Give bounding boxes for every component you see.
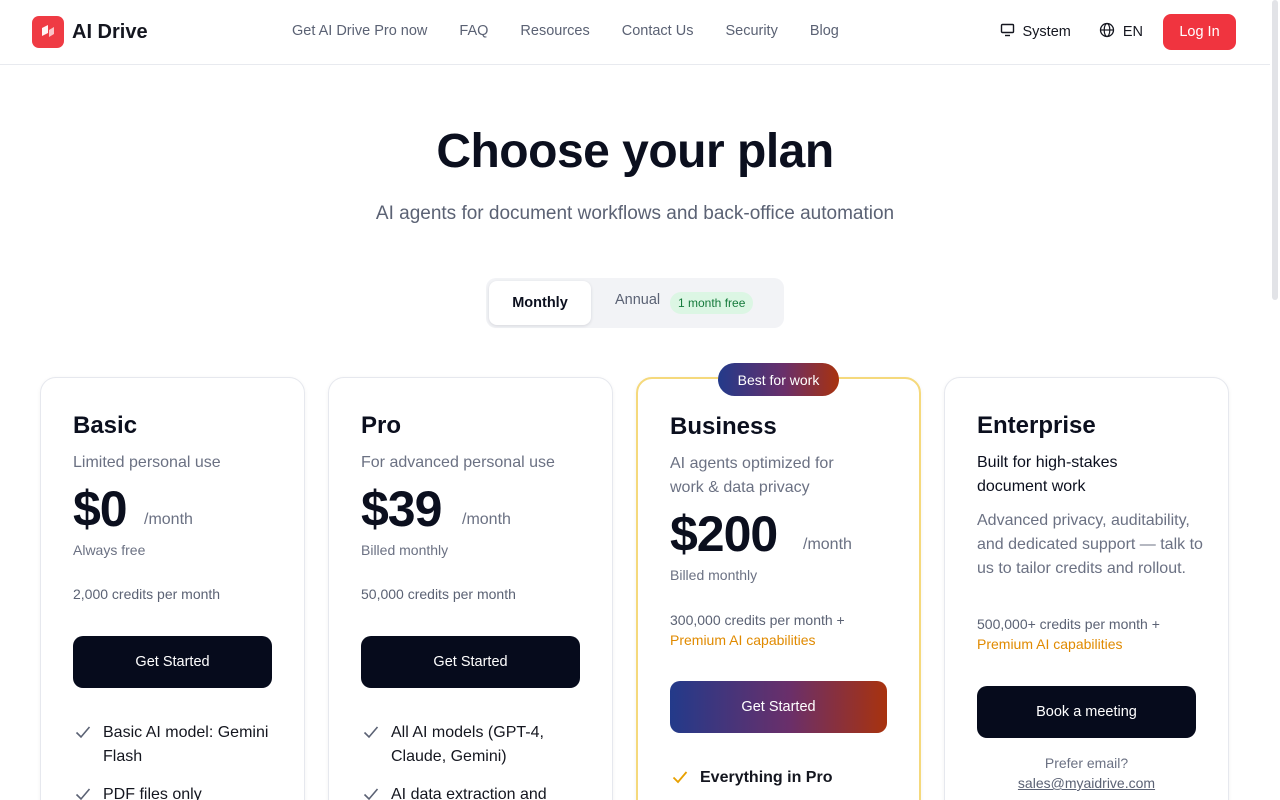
check-icon <box>363 723 379 769</box>
plan-description: Advanced privacy, auditability, and dedi… <box>977 512 1203 577</box>
plan-credits: 2,000 credits per month <box>73 586 221 602</box>
plan-description: AI agents optimized for work & data priv… <box>670 455 834 496</box>
feature-item: Everything in Pro <box>672 766 892 792</box>
nav-item-security[interactable]: Security <box>725 23 777 39</box>
nav-item-resources[interactable]: Resources <box>520 23 589 39</box>
nav-item-get-pro[interactable]: Get AI Drive Pro now <box>292 23 427 39</box>
plan-price: $39 <box>361 481 442 537</box>
book-meeting-button[interactable]: Book a meeting <box>977 686 1196 738</box>
check-icon <box>363 785 379 800</box>
prefer-email-label: Prefer email? <box>1044 755 1129 771</box>
plan-period: /month <box>144 511 193 528</box>
nav-item-blog[interactable]: Blog <box>810 23 839 39</box>
premium-capabilities: Premium AI capabilities <box>670 632 816 648</box>
globe-icon <box>1099 22 1115 42</box>
feature-item: PDF files only <box>75 783 275 800</box>
get-started-button[interactable]: Get Started <box>73 636 272 688</box>
check-icon <box>75 785 91 800</box>
monitor-icon <box>1000 23 1015 41</box>
plan-billing-note: Billed monthly <box>670 567 758 583</box>
language-selector[interactable]: EN <box>1099 22 1143 42</box>
check-icon <box>672 768 688 792</box>
top-header: AI Drive Get AI Drive Pro now FAQ Resour… <box>0 0 1270 65</box>
get-started-button[interactable]: Get Started <box>361 636 580 688</box>
feature-text: Everything in Pro <box>700 769 833 786</box>
main-nav: Get AI Drive Pro now FAQ Resources Conta… <box>292 23 839 39</box>
check-icon <box>75 723 91 769</box>
plan-card-basic: Basic Limited personal use $0 /month Alw… <box>40 377 305 800</box>
toggle-annual[interactable]: Annual <box>615 292 660 308</box>
plan-price: $200 <box>670 506 778 562</box>
plan-name: Basic <box>73 412 138 439</box>
nav-item-contact[interactable]: Contact Us <box>622 23 694 39</box>
feature-item: AI data extraction and <box>363 783 583 800</box>
theme-label: System <box>1022 24 1071 40</box>
plan-name: Enterprise <box>977 412 1096 439</box>
sales-email-link[interactable]: sales@myaidrive.com <box>977 775 1196 791</box>
annual-discount-badge: 1 month free <box>670 292 754 314</box>
login-button[interactable]: Log In <box>1163 14 1236 50</box>
nav-item-faq[interactable]: FAQ <box>459 23 488 39</box>
plan-description: Limited personal use <box>73 454 221 471</box>
plan-name: Pro <box>361 412 402 439</box>
page-title: Choose your plan <box>436 125 834 178</box>
plan-credits: 500,000+ credits per month + <box>977 616 1160 632</box>
feature-text: PDF files only <box>103 786 202 800</box>
language-label: EN <box>1122 24 1143 40</box>
plan-card-enterprise: Enterprise Built for high-stakes documen… <box>944 377 1229 800</box>
plan-card-pro: Pro For advanced personal use $39 /month… <box>328 377 613 800</box>
plan-billing-note: Always free <box>73 542 146 558</box>
header-actions: System EN Log In <box>1000 14 1236 50</box>
plan-credits: 300,000 credits per month + <box>670 612 845 628</box>
plan-billing-note: Billed monthly <box>361 542 449 558</box>
plan-name: Business <box>670 413 777 440</box>
premium-capabilities: Premium AI capabilities <box>977 636 1123 652</box>
drive-logo-icon <box>32 16 64 48</box>
plan-price: $0 <box>73 481 128 537</box>
plan-credits: 50,000 credits per month <box>361 586 516 602</box>
page-scrollbar[interactable] <box>1272 0 1278 300</box>
plan-tagline: Built for high-stakes document work <box>977 454 1118 495</box>
toggle-monthly[interactable]: Monthly <box>489 281 591 325</box>
feature-text: Basic AI model: Gemini Flash <box>103 724 269 765</box>
feature-text: AI data extraction and <box>391 786 547 800</box>
plan-description: For advanced personal use <box>361 454 555 471</box>
brand-logo[interactable]: AI Drive <box>32 16 148 48</box>
billing-toggle: Monthly Annual 1 month free <box>486 278 784 328</box>
feature-text: All AI models (GPT-4, Claude, Gemini) <box>391 724 544 765</box>
feature-item: All AI models (GPT-4, Claude, Gemini) <box>363 721 583 769</box>
get-started-button[interactable]: Get Started <box>670 681 887 733</box>
theme-selector[interactable]: System <box>1000 23 1071 41</box>
page-subtitle: AI agents for document workflows and bac… <box>375 203 895 224</box>
plan-period: /month <box>462 511 511 528</box>
best-for-work-badge: Best for work <box>718 363 839 396</box>
brand-name: AI Drive <box>72 20 148 43</box>
plan-period: /month <box>803 536 852 553</box>
plan-card-business: Business AI agents optimized for work & … <box>636 377 921 800</box>
feature-item: Basic AI model: Gemini Flash <box>75 721 275 769</box>
